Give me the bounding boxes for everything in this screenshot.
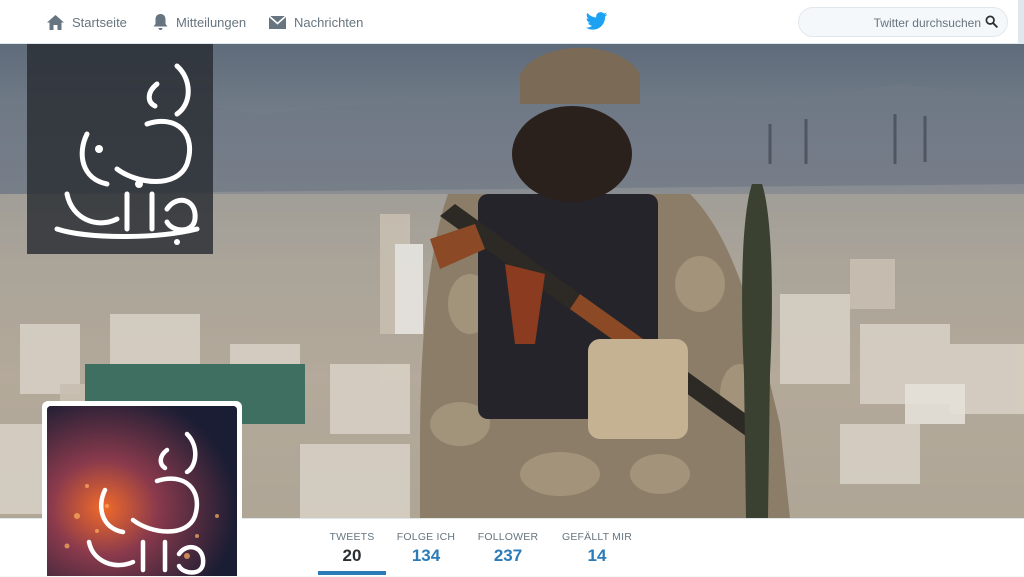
profile-avatar[interactable] bbox=[42, 401, 242, 576]
active-tab-indicator bbox=[318, 571, 386, 575]
stat-following-label: FOLGE ICH bbox=[396, 531, 456, 543]
stat-following[interactable]: FOLGE ICH 134 bbox=[392, 519, 460, 577]
avatar-image bbox=[47, 406, 237, 576]
home-icon bbox=[46, 14, 65, 31]
avatar-calligraphy bbox=[47, 406, 237, 576]
search-icon[interactable] bbox=[985, 15, 998, 33]
nav-notifications[interactable]: Mitteilungen bbox=[152, 0, 246, 44]
calligraphy-logo bbox=[54, 63, 200, 245]
stat-likes[interactable]: GEFÄLLT MIR 14 bbox=[558, 519, 636, 577]
search-input[interactable] bbox=[809, 8, 983, 38]
nav-home[interactable]: Startseite bbox=[46, 0, 127, 44]
twitter-bird-icon[interactable] bbox=[586, 11, 608, 36]
top-navigation-bar: Startseite Mitteilungen Nachrichten bbox=[0, 0, 1024, 44]
bell-icon bbox=[152, 13, 169, 31]
envelope-icon bbox=[268, 14, 287, 30]
window-edge bbox=[1018, 0, 1024, 44]
stat-likes-value: 14 bbox=[587, 546, 607, 565]
stat-followers-value: 237 bbox=[493, 546, 523, 565]
nav-messages[interactable]: Nachrichten bbox=[268, 0, 363, 44]
search-box[interactable] bbox=[798, 7, 1008, 38]
stat-followers-label: FOLLOWER bbox=[477, 531, 539, 543]
nav-messages-label: Nachrichten bbox=[294, 14, 364, 30]
nav-notifications-label: Mitteilungen bbox=[176, 14, 247, 30]
stat-tweets-value: 20 bbox=[342, 546, 362, 565]
stat-tweets-label: TWEETS bbox=[329, 531, 375, 543]
stat-followers[interactable]: FOLLOWER 237 bbox=[472, 519, 544, 577]
stat-likes-label: GEFÄLLT MIR bbox=[561, 531, 633, 543]
banner-calligraphy-badge bbox=[27, 44, 213, 254]
stat-tweets[interactable]: TWEETS 20 bbox=[318, 519, 386, 577]
stat-following-value: 134 bbox=[411, 546, 441, 565]
nav-home-label: Startseite bbox=[72, 14, 127, 30]
